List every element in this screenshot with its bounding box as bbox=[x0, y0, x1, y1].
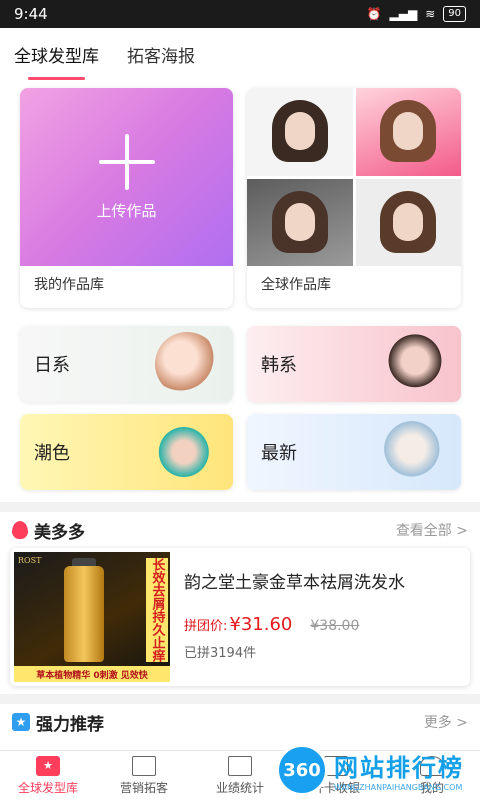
status-icons: ⏰ ▂▄▆ ≋ 90 bbox=[367, 6, 466, 22]
product-footer-text: 草本植物精华 0刺激 见效快 bbox=[14, 666, 170, 682]
nav-global-hairstyles[interactable]: ★ 全球发型库 bbox=[0, 751, 96, 800]
category-trendy-color[interactable]: 潮色 bbox=[20, 414, 233, 490]
category-label: 潮色 bbox=[34, 443, 70, 464]
recommend-title: 强力推荐 bbox=[36, 714, 104, 735]
hairstyle-photo bbox=[355, 88, 461, 176]
alarm-icon: ⏰ bbox=[366, 7, 382, 21]
global-works-card[interactable]: 全球作品库 bbox=[247, 88, 461, 308]
product-name: 韵之堂土豪金草本祛屑洗发水 bbox=[184, 573, 405, 593]
category-photo bbox=[155, 420, 219, 484]
product-image: ROST 长效去屑持久止痒 草本植物精华 0刺激 见效快 bbox=[14, 552, 170, 682]
star-tab-icon: ★ bbox=[36, 755, 60, 776]
category-korean[interactable]: 韩系 bbox=[247, 326, 461, 402]
category-photo bbox=[383, 332, 447, 396]
box-icon bbox=[132, 755, 156, 776]
nav-marketing[interactable]: 营销拓客 bbox=[96, 751, 192, 800]
signal-icon: ▂▄▆ bbox=[389, 7, 418, 21]
upload-button[interactable]: 上传作品 bbox=[20, 88, 233, 266]
meiduoduo-header: 美多多 查看全部 > bbox=[0, 512, 480, 548]
product-card[interactable]: ROST 长效去屑持久止痒 草本植物精华 0刺激 见效快 韵之堂土豪金草本祛屑洗… bbox=[10, 548, 470, 686]
hairstyle-photo bbox=[355, 178, 461, 266]
watermark-main: 网站排行榜 bbox=[334, 754, 464, 782]
shampoo-bottle bbox=[64, 566, 104, 662]
top-tab-bar: 全球发型库 拓客海报 bbox=[0, 28, 480, 80]
group-price: ¥31.60 bbox=[229, 614, 293, 635]
my-works-label: 我的作品库 bbox=[34, 277, 104, 293]
category-photo bbox=[155, 332, 219, 396]
section-divider bbox=[0, 502, 480, 512]
product-banner-text: 长效去屑持久止痒 bbox=[146, 558, 168, 662]
product-brand-text: ROST bbox=[18, 556, 42, 565]
section-divider bbox=[0, 694, 480, 704]
status-bar: 9:44 ⏰ ▂▄▆ ≋ 90 bbox=[0, 0, 480, 28]
category-label: 韩系 bbox=[261, 355, 297, 376]
battery-icon: 90 bbox=[443, 6, 466, 22]
more-link[interactable]: 更多 > bbox=[424, 712, 468, 732]
global-works-label: 全球作品库 bbox=[261, 277, 331, 293]
category-label: 最新 bbox=[261, 443, 297, 464]
nav-label: 全球发型库 bbox=[17, 780, 78, 795]
category-photo bbox=[383, 420, 447, 484]
group-price-label: 拼团价: bbox=[184, 619, 228, 634]
price-row: 拼团价: ¥31.60 ¥38.00 bbox=[184, 614, 359, 635]
main-content: 上传作品 我的作品库 全球作品库 日系 韩系 潮色 最新 美多多 查看全部 > bbox=[0, 80, 480, 750]
category-newest[interactable]: 最新 bbox=[247, 414, 461, 490]
tab-posters[interactable]: 拓客海报 bbox=[127, 28, 195, 80]
star-icon: ★ bbox=[12, 713, 30, 731]
wifi-icon: ≋ bbox=[425, 7, 436, 21]
meiduoduo-title: 美多多 bbox=[34, 522, 85, 543]
category-japanese[interactable]: 日系 bbox=[20, 326, 233, 402]
plus-icon bbox=[98, 133, 155, 190]
hairstyle-photo-grid bbox=[247, 88, 461, 266]
recommend-header: ★ 强力推荐 更多 > bbox=[0, 704, 480, 740]
hairstyle-photo bbox=[247, 178, 353, 266]
tab-label: 全球发型库 bbox=[14, 46, 99, 67]
nav-performance[interactable]: 业绩统计 bbox=[192, 751, 288, 800]
watermark-text: 网站排行榜 WANGZHANPAIHANGBANG.COM bbox=[334, 748, 464, 792]
hairstyle-photo bbox=[247, 88, 353, 176]
chart-icon bbox=[228, 755, 252, 776]
nav-label: 营销拓客 bbox=[119, 780, 168, 795]
category-label: 日系 bbox=[34, 355, 70, 376]
tab-global-hairstyles[interactable]: 全球发型库 bbox=[14, 28, 99, 80]
watermark-sub: WANGZHANPAIHANGBANG.COM bbox=[334, 783, 463, 792]
watermark: 360 网站排行榜 WANGZHANPAIHANGBANG.COM bbox=[276, 742, 476, 798]
status-time: 9:44 bbox=[14, 5, 48, 23]
my-works-card[interactable]: 上传作品 我的作品库 bbox=[20, 88, 233, 308]
original-price: ¥38.00 bbox=[310, 618, 360, 634]
nav-label: 业绩统计 bbox=[215, 780, 264, 795]
watermark-logo: 360 bbox=[276, 744, 328, 796]
flame-icon bbox=[12, 521, 28, 539]
sold-count: 已拼3194件 bbox=[184, 646, 257, 661]
tab-label: 拓客海报 bbox=[127, 46, 195, 67]
upload-label: 上传作品 bbox=[96, 201, 157, 220]
view-all-link[interactable]: 查看全部 > bbox=[396, 520, 468, 540]
